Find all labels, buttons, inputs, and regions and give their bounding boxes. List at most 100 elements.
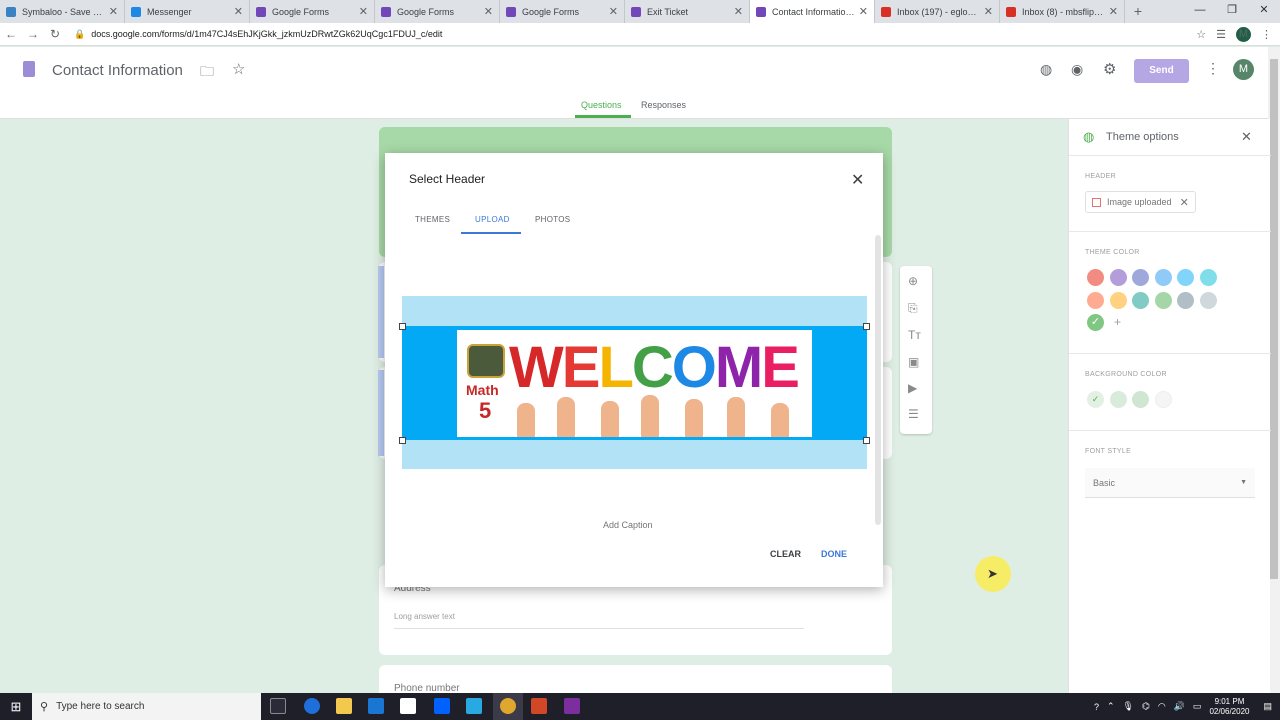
app-icon[interactable] xyxy=(564,698,580,714)
remove-image-icon[interactable]: ✕ xyxy=(1180,196,1189,209)
star-icon[interactable]: ☆ xyxy=(232,60,245,78)
background-color-swatch[interactable]: ✓ xyxy=(1087,391,1104,408)
theme-color-swatch[interactable] xyxy=(1200,291,1217,309)
browser-tab[interactable]: Messenger ✕ xyxy=(125,0,250,23)
theme-color-swatch[interactable] xyxy=(1087,269,1104,286)
powerpoint-icon[interactable] xyxy=(531,698,547,714)
add-image-icon[interactable]: ▣ xyxy=(908,355,919,369)
more-vert-icon[interactable]: ⋮ xyxy=(1206,60,1220,77)
close-window-icon[interactable]: ✕ xyxy=(1248,0,1280,23)
theme-color-swatch[interactable] xyxy=(1132,291,1150,309)
chevron-up-icon[interactable]: ⌃ xyxy=(1107,701,1115,712)
image-crop-area[interactable]: Math 5 WELCOME xyxy=(399,296,870,469)
browser-tab[interactable]: Exit Ticket ✕ xyxy=(625,0,750,23)
browser-profile-avatar[interactable]: M xyxy=(1236,26,1251,42)
account-avatar[interactable]: M xyxy=(1233,59,1254,80)
theme-color-swatch[interactable] xyxy=(1177,269,1195,286)
crop-handle-top-right[interactable] xyxy=(863,323,870,330)
media-router-icon[interactable]: ☰ xyxy=(1216,28,1226,41)
browser-tab[interactable]: Google Forms ✕ xyxy=(375,0,500,23)
taskbar-search[interactable]: ⚲ Type here to search xyxy=(32,693,261,720)
crop-handle-top-left[interactable] xyxy=(399,323,406,330)
forms-logo-icon[interactable] xyxy=(23,61,35,77)
close-icon[interactable]: ✕ xyxy=(851,170,864,190)
tab-themes[interactable]: THEMES xyxy=(415,215,450,224)
preview-eye-icon[interactable]: ◉ xyxy=(1071,61,1083,78)
settings-gear-icon[interactable]: ⚙ xyxy=(1103,60,1116,78)
tab-close-icon[interactable]: ✕ xyxy=(359,5,368,18)
store-icon[interactable] xyxy=(400,698,416,714)
crop-handle-bottom-right[interactable] xyxy=(863,437,870,444)
maximize-icon[interactable]: ❐ xyxy=(1216,0,1248,23)
scrollbar-thumb[interactable] xyxy=(1270,59,1278,579)
add-question-icon[interactable]: ⊕ xyxy=(908,274,918,288)
tab-close-icon[interactable]: ✕ xyxy=(1109,5,1118,18)
import-questions-icon[interactable]: ⎘ xyxy=(908,301,918,316)
tab-close-icon[interactable]: ✕ xyxy=(984,5,993,18)
theme-color-swatch[interactable] xyxy=(1109,291,1127,309)
palette-icon[interactable]: ◍ xyxy=(1040,61,1052,78)
done-button[interactable]: DONE xyxy=(821,549,847,559)
new-tab-icon[interactable]: + xyxy=(1125,0,1151,23)
tab-close-icon[interactable]: ✕ xyxy=(609,5,618,18)
tab-photos[interactable]: PHOTOS xyxy=(535,215,570,224)
mail-icon[interactable] xyxy=(368,698,384,714)
theme-color-swatch[interactable]: ✓ xyxy=(1087,314,1104,332)
volume-icon[interactable]: 🔊 xyxy=(1174,701,1185,712)
dropbox-icon[interactable] xyxy=(434,698,450,714)
add-section-icon[interactable]: ☰ xyxy=(908,407,919,421)
crop-selection[interactable]: Math 5 WELCOME xyxy=(402,326,867,440)
browser-tab[interactable]: Inbox (197) - eglobal.m ✕ xyxy=(875,0,1000,23)
wifi-icon[interactable]: ◠ xyxy=(1158,701,1166,712)
theme-color-swatch[interactable] xyxy=(1109,269,1127,286)
theme-color-swatch[interactable] xyxy=(1177,291,1195,309)
theme-color-swatch[interactable] xyxy=(1154,269,1172,286)
background-color-swatch[interactable] xyxy=(1132,391,1150,408)
help-icon[interactable]: ? xyxy=(1094,702,1099,712)
browser-tab[interactable]: Google Forms ✕ xyxy=(250,0,375,23)
task-view-icon[interactable] xyxy=(270,698,286,714)
back-icon[interactable]: ← xyxy=(0,27,22,41)
clear-button[interactable]: CLEAR xyxy=(770,549,801,559)
add-caption-field[interactable]: Add Caption xyxy=(603,520,653,530)
app-icon[interactable] xyxy=(466,698,482,714)
image-uploaded-chip[interactable]: Image uploaded ✕ xyxy=(1085,191,1196,213)
battery-icon[interactable]: ▭ xyxy=(1193,701,1202,712)
bookmark-star-icon[interactable]: ☆ xyxy=(1196,28,1206,41)
taskbar-clock[interactable]: 9:01 PM 02/06/2020 xyxy=(1209,697,1249,717)
tab-close-icon[interactable]: ✕ xyxy=(734,5,743,18)
tab-close-icon[interactable]: ✕ xyxy=(859,5,868,18)
theme-color-swatch[interactable] xyxy=(1154,291,1172,309)
close-icon[interactable]: ✕ xyxy=(1241,129,1252,145)
address-bar[interactable]: 🔒 docs.google.com/forms/d/1m47CJ4sEhJKjG… xyxy=(74,29,1186,40)
background-color-swatch[interactable] xyxy=(1109,391,1127,408)
network-icon[interactable]: ⌬ xyxy=(1142,701,1150,712)
minimize-icon[interactable]: — xyxy=(1184,0,1216,23)
browser-tab[interactable]: Contact Information - G ✕ xyxy=(750,0,875,23)
theme-color-swatch[interactable] xyxy=(1200,269,1217,286)
notification-icon[interactable]: ▤ xyxy=(1263,701,1272,712)
background-color-swatch[interactable] xyxy=(1154,391,1172,408)
add-title-icon[interactable]: Tт xyxy=(908,328,921,342)
tab-close-icon[interactable]: ✕ xyxy=(484,5,493,18)
tab-questions[interactable]: Questions xyxy=(581,100,622,110)
crop-handle-bottom-left[interactable] xyxy=(399,437,406,444)
tab-close-icon[interactable]: ✕ xyxy=(109,5,118,18)
microphone-icon[interactable]: 🎙 xyxy=(1123,701,1134,712)
windows-start-icon[interactable]: ⊞ xyxy=(0,693,32,720)
file-explorer-icon[interactable] xyxy=(336,698,352,714)
form-title[interactable]: Contact Information xyxy=(52,62,183,79)
folder-icon[interactable]: 🗀 xyxy=(200,61,214,85)
browser-menu-icon[interactable]: ⋮ xyxy=(1261,28,1272,41)
theme-color-swatch[interactable] xyxy=(1087,291,1104,309)
edge-icon[interactable] xyxy=(304,698,320,714)
add-custom-color-icon[interactable]: + xyxy=(1114,315,1121,329)
browser-tab[interactable]: Inbox (8) - mbsflipgrid ✕ xyxy=(1000,0,1125,23)
tab-upload[interactable]: UPLOAD xyxy=(475,215,510,224)
send-button[interactable]: Send xyxy=(1134,59,1189,83)
theme-color-swatch[interactable] xyxy=(1132,269,1150,286)
tab-close-icon[interactable]: ✕ xyxy=(234,5,243,18)
font-style-select[interactable]: Basic ▼ xyxy=(1085,468,1255,498)
add-video-icon[interactable]: ▶ xyxy=(908,381,917,395)
tab-responses[interactable]: Responses xyxy=(641,100,686,110)
